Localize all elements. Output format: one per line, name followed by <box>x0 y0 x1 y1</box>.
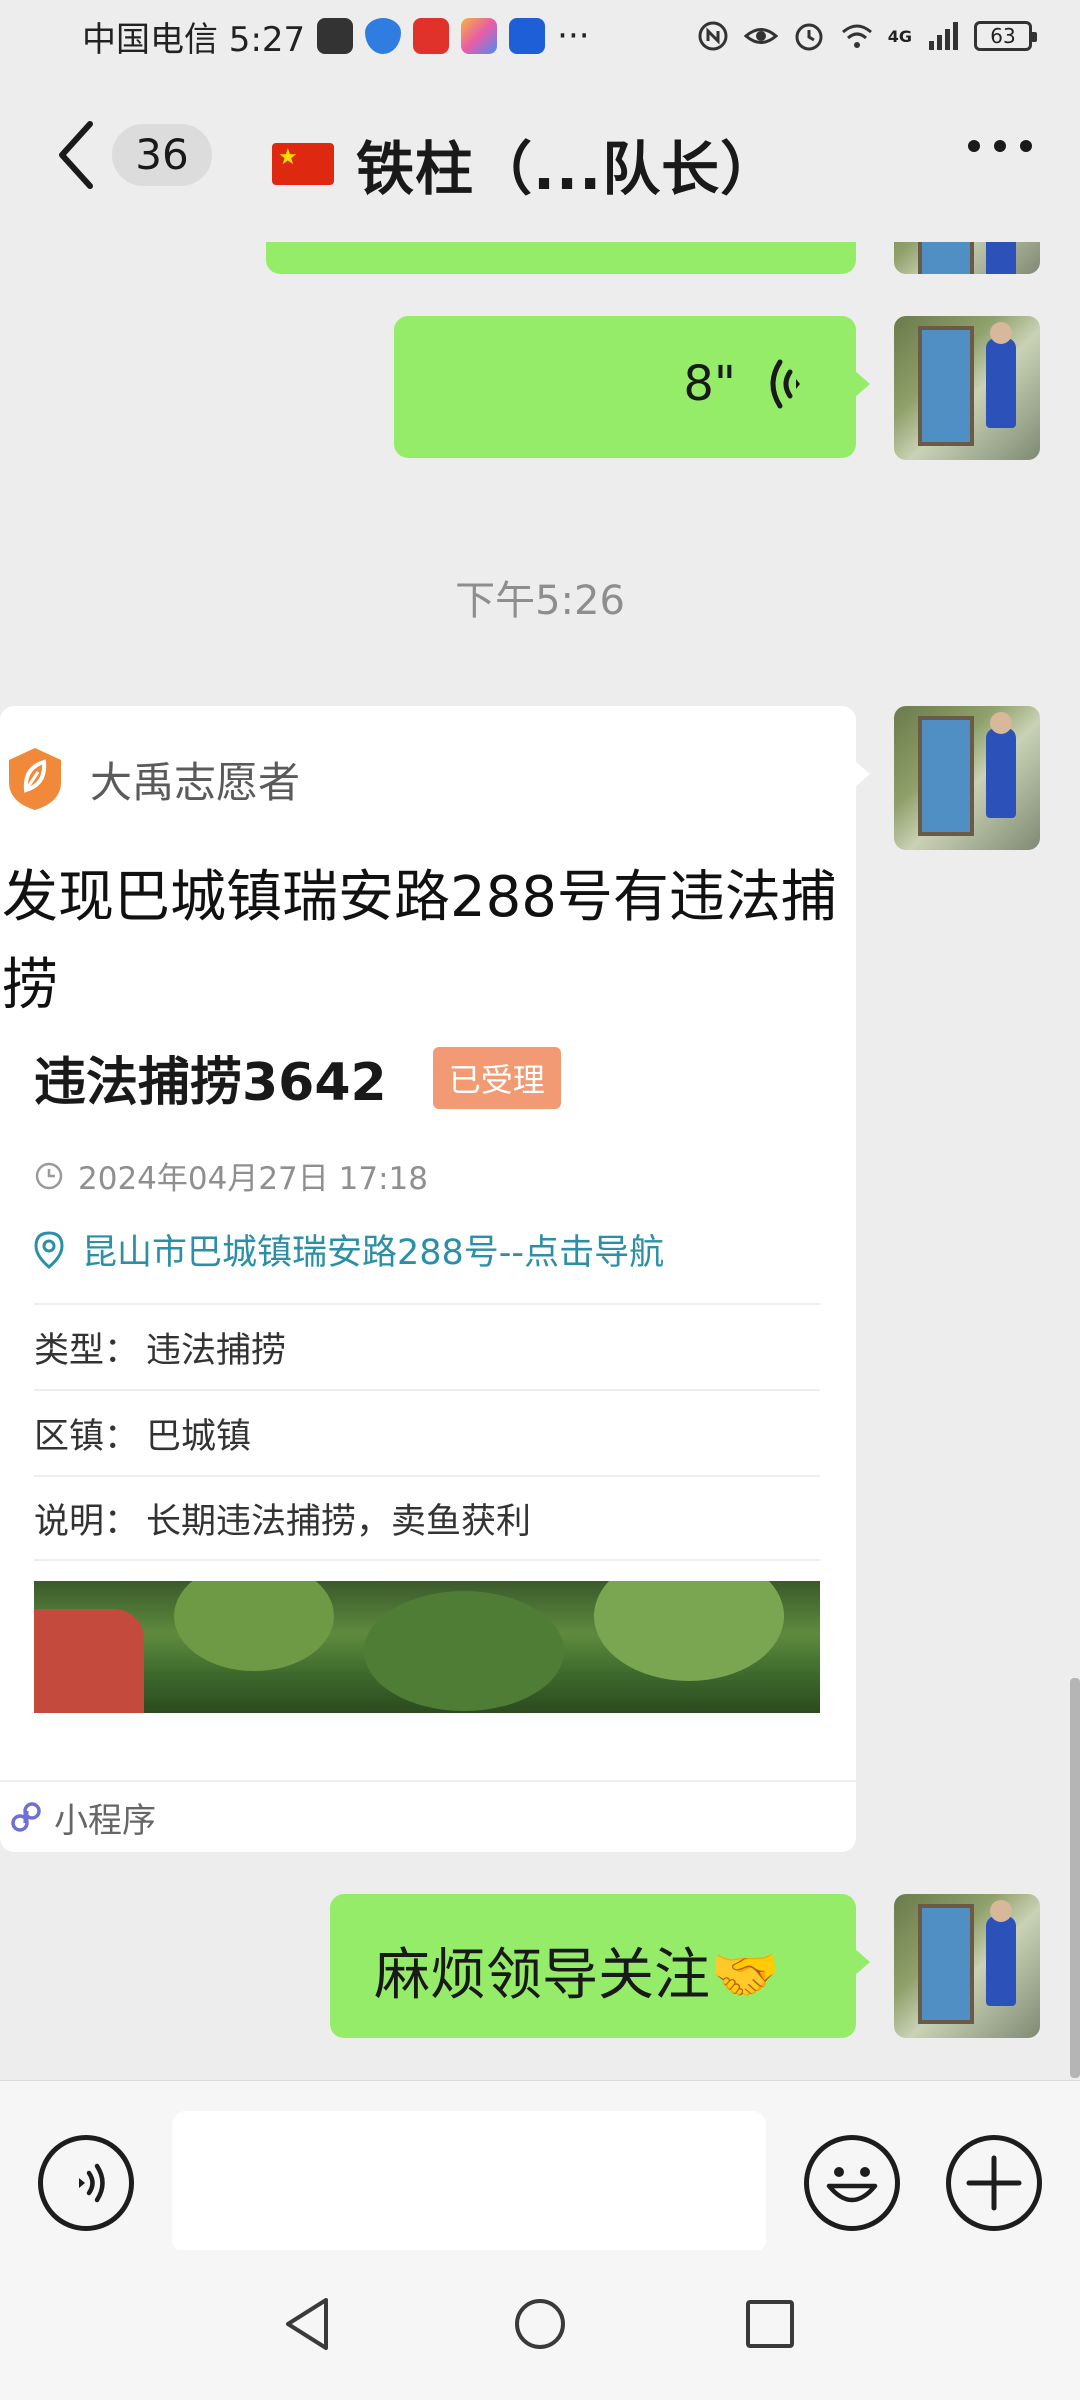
status-badge: 已受理 <box>432 1046 561 1109</box>
detail-key: 说明： <box>34 1501 140 1542</box>
case-address-link[interactable]: 昆山市巴城镇瑞安路288号--点击导航 <box>34 1224 820 1275</box>
detail-row: 说明： 长期违法捕捞，卖鱼获利 <box>34 1475 820 1561</box>
eye-icon <box>743 28 778 44</box>
avatar[interactable] <box>894 316 1040 460</box>
volunteer-logo-icon <box>9 748 61 810</box>
card-footer: 小程序 <box>0 1780 856 1852</box>
status-left: 中国电信 5:27 ··· <box>82 12 590 61</box>
location-pin-icon <box>34 1230 64 1269</box>
card-title: 发现巴城镇瑞安路288号有违法捕捞 <box>2 865 837 1018</box>
detail-row: 区镇： 巴城镇 <box>34 1389 820 1475</box>
battery-indicator: 63 <box>974 21 1037 51</box>
message-input[interactable] <box>172 2111 766 2253</box>
emoji-icon[interactable] <box>804 2135 900 2231</box>
more-notifications: ··· <box>557 16 590 56</box>
nfc-icon <box>698 21 728 51</box>
avatar[interactable] <box>894 1894 1040 2038</box>
text-message-text: 麻烦领导关注 <box>374 1943 710 2008</box>
chat-header: 36 铁柱（...队长） <box>0 72 1080 242</box>
mini-program-label: 小程序 <box>54 1800 156 1841</box>
battery-level: 63 <box>990 24 1016 48</box>
voice-message-bubble[interactable]: 8" <box>394 316 870 458</box>
alarm-icon <box>795 23 823 51</box>
voice-wave-icon <box>770 359 800 409</box>
shield-notification-icon <box>365 18 402 54</box>
case-header: 违法捕捞3642 已受理 <box>34 1040 820 1115</box>
add-icon[interactable] <box>946 2135 1042 2231</box>
mini-program-card[interactable]: 大禹志愿者 发现巴城镇瑞安路288号有违法捕捞 违法捕捞3642 已受理 202… <box>0 706 870 1852</box>
bulb-notification-icon <box>509 18 546 54</box>
scrollbar[interactable] <box>1070 1678 1080 2078</box>
text-message-bubble[interactable]: 麻烦领导关注🤝 <box>330 1894 870 2038</box>
clock-icon <box>35 1162 63 1189</box>
status-bar: 中国电信 5:27 ··· 4G 63 <box>0 0 1080 72</box>
signal-icon <box>929 22 958 50</box>
time-divider: 下午5:26 <box>455 578 625 624</box>
more-dots-icon[interactable] <box>968 140 1032 152</box>
status-right: 4G 63 <box>696 19 1037 53</box>
card-source-name: 大禹志愿者 <box>90 757 301 807</box>
detail-value: 巴城镇 <box>146 1416 252 1457</box>
system-nav-bar <box>0 2250 1080 2400</box>
case-datetime: 2024年04月27日 17:18 <box>34 1153 820 1198</box>
card-source: 大禹志愿者 <box>6 746 300 812</box>
text-message-content: 麻烦领导关注🤝 <box>374 1930 780 2011</box>
wifi-icon <box>841 24 872 48</box>
message-list[interactable]: 8" 下午5:26 大禹志愿者 发现巴城镇瑞安路288号有违法捕捞 违法捕捞36… <box>0 242 1080 2080</box>
app-notification-icon <box>461 18 498 54</box>
taobao-notification-icon <box>413 18 450 54</box>
input-bar <box>0 2080 1080 2253</box>
card-content: 违法捕捞3642 已受理 2024年04月27日 17:18 昆山市巴城镇瑞安路… <box>34 1040 820 1713</box>
mini-program-icon <box>11 1802 41 1832</box>
case-photo <box>34 1581 820 1713</box>
nav-recents-icon[interactable] <box>744 2298 796 2350</box>
detail-key: 区镇： <box>34 1416 140 1457</box>
chat-title-text: 铁柱（...队长） <box>356 135 780 203</box>
detail-value: 违法捕捞 <box>146 1330 287 1371</box>
avatar[interactable] <box>894 706 1040 850</box>
case-details: 类型： 违法捕捞 区镇： 巴城镇 说明： 长期违法捕捞，卖鱼获利 <box>34 1303 820 1561</box>
detail-value: 长期违法捕捞，卖鱼获利 <box>146 1501 532 1542</box>
voice-duration: 8" <box>683 356 736 412</box>
nav-home-icon[interactable] <box>512 2296 568 2352</box>
detail-row: 类型： 违法捕捞 <box>34 1303 820 1389</box>
handshake-emoji: 🤝 <box>710 1943 780 2008</box>
detail-key: 类型： <box>34 1330 140 1371</box>
voice-message-content: 8" <box>683 356 802 412</box>
unread-count-badge[interactable]: 36 <box>112 124 212 186</box>
case-datetime-text: 2024年04月27日 17:18 <box>78 1161 428 1197</box>
china-flag-icon <box>272 143 334 185</box>
nav-back-icon[interactable] <box>282 2296 332 2352</box>
carrier-time: 中国电信 5:27 <box>82 19 306 60</box>
case-address-text[interactable]: 昆山市巴城镇瑞安路288号--点击导航 <box>82 1224 664 1275</box>
chevron-left-icon[interactable] <box>56 120 96 190</box>
network-type: 4G <box>887 26 912 46</box>
chat-title: 铁柱（...队长） <box>272 122 779 206</box>
message-notification-icon <box>317 18 354 54</box>
avatar[interactable] <box>894 242 1040 274</box>
previous-message-bubble[interactable] <box>266 242 856 274</box>
voice-input-icon[interactable] <box>38 2135 134 2231</box>
case-name: 违法捕捞3642 <box>34 1053 387 1113</box>
